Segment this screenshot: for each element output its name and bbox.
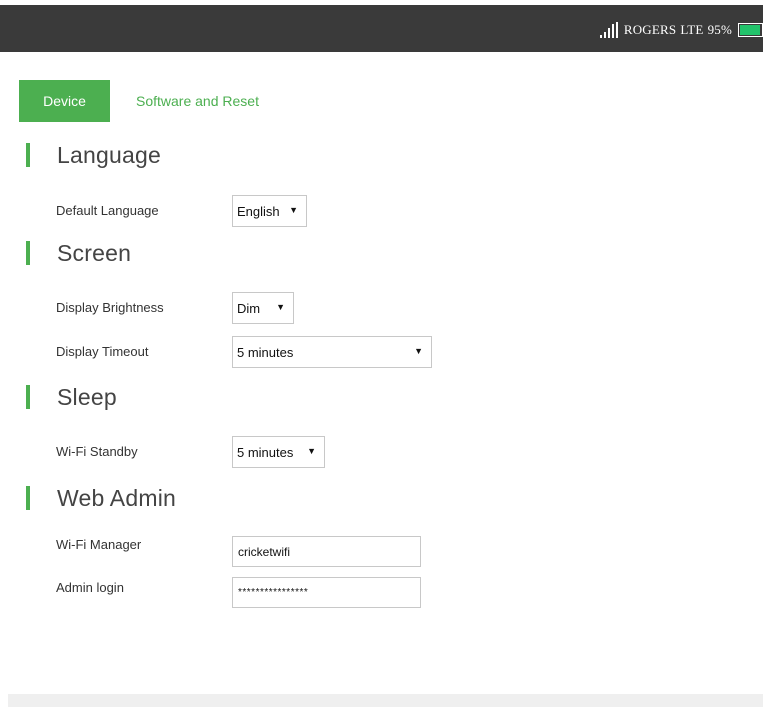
- display-timeout-label: Display Timeout: [56, 344, 149, 359]
- section-title-web-admin: Web Admin: [57, 484, 176, 511]
- display-timeout-value: 5 minutes: [237, 344, 294, 360]
- display-brightness-value: Dim: [237, 300, 261, 316]
- dropdown-arrow-icon: ▼: [289, 205, 298, 215]
- display-timeout-select[interactable]: 5 minutes ▼: [232, 336, 432, 368]
- section-title-sleep: Sleep: [57, 383, 117, 410]
- wifi-standby-label: Wi-Fi Standby: [56, 444, 138, 459]
- section-language: Language: [26, 141, 161, 168]
- wifi-standby-value: 5 minutes: [237, 444, 294, 460]
- section-accent-bar: [26, 143, 30, 167]
- admin-login-label: Admin login: [56, 580, 124, 595]
- section-title-language: Language: [57, 141, 161, 168]
- admin-login-value: ****************: [238, 587, 309, 598]
- wifi-manager-value: cricketwifi: [238, 544, 291, 559]
- top-status-bar: ROGERS LTE 95%: [0, 5, 763, 52]
- section-accent-bar: [26, 486, 30, 510]
- default-language-label: Default Language: [56, 203, 159, 218]
- dropdown-arrow-icon: ▼: [414, 346, 423, 356]
- wifi-manager-label: Wi-Fi Manager: [56, 537, 142, 552]
- section-title-screen: Screen: [57, 239, 132, 266]
- display-brightness-label: Display Brightness: [56, 300, 164, 315]
- tab-software-and-reset[interactable]: Software and Reset: [110, 80, 279, 122]
- wifi-manager-input[interactable]: cricketwifi: [232, 536, 421, 567]
- wifi-standby-select[interactable]: 5 minutes ▼: [232, 436, 325, 468]
- display-brightness-select[interactable]: Dim ▼: [232, 292, 294, 324]
- dropdown-arrow-icon: ▼: [276, 302, 285, 312]
- admin-login-input[interactable]: ****************: [232, 577, 421, 608]
- section-web-admin: Web Admin: [26, 484, 176, 511]
- page-footer-bar: [8, 694, 763, 707]
- carrier-name: ROGERS: [623, 22, 677, 37]
- battery-fill: [740, 25, 760, 35]
- section-screen: Screen: [26, 239, 132, 266]
- tab-device[interactable]: Device: [19, 80, 110, 122]
- battery-icon: [738, 23, 763, 37]
- default-language-select[interactable]: English ▼: [232, 195, 307, 227]
- network-type: LTE: [680, 22, 704, 37]
- status-indicators: ROGERS LTE 95%: [599, 21, 763, 39]
- signal-bars-icon: [599, 22, 618, 38]
- settings-tabs: Device Software and Reset: [19, 80, 279, 122]
- battery-percent: 95%: [707, 22, 732, 37]
- section-accent-bar: [26, 385, 30, 409]
- section-sleep: Sleep: [26, 383, 117, 410]
- dropdown-arrow-icon: ▼: [307, 446, 316, 456]
- default-language-value: English: [237, 203, 280, 219]
- section-accent-bar: [26, 241, 30, 265]
